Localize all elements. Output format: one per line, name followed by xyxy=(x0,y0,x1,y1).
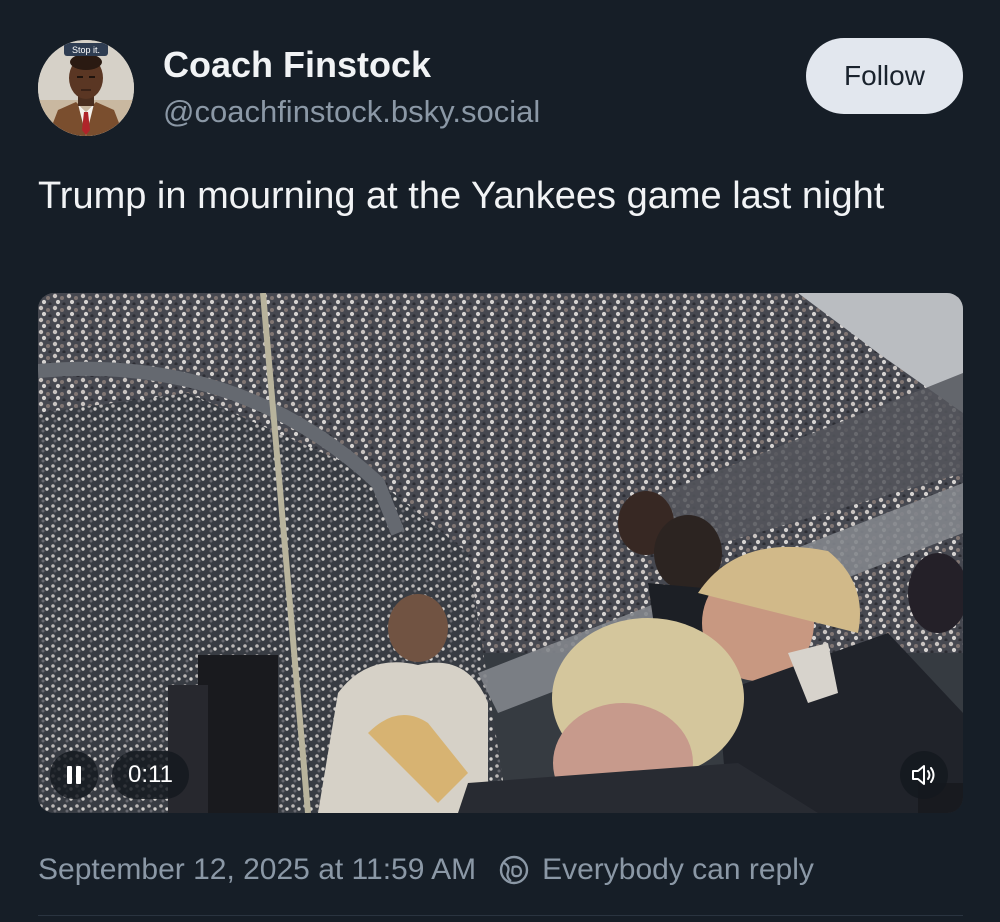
mute-button[interactable] xyxy=(900,751,948,799)
post-timestamp: September 12, 2025 at 11:59 AM xyxy=(38,853,477,886)
avatar[interactable]: Stop it. xyxy=(38,40,134,136)
video-time: 0:11 xyxy=(112,751,189,799)
post-meta: September 12, 2025 at 11:59 AM Everybody… xyxy=(38,848,814,892)
video-player[interactable]: 0:11 xyxy=(38,293,963,813)
post-text: Trump in mourning at the Yankees game la… xyxy=(38,175,885,217)
volume-icon xyxy=(912,765,935,785)
video-frame xyxy=(38,293,963,813)
author-name[interactable]: Coach Finstock xyxy=(163,44,431,86)
play-pause-button[interactable] xyxy=(50,751,98,799)
author-handle[interactable]: @coachfinstock.bsky.social xyxy=(163,94,540,130)
avatar-image: Stop it. xyxy=(38,40,134,136)
globe-icon xyxy=(499,855,529,885)
reply-setting[interactable]: Everybody can reply xyxy=(542,853,814,887)
avatar-caption: Stop it. xyxy=(72,45,100,55)
follow-button[interactable]: Follow xyxy=(806,38,963,114)
divider xyxy=(38,915,963,916)
post: Stop it. Coach Finstock @coachfinstock.b… xyxy=(0,0,1000,922)
